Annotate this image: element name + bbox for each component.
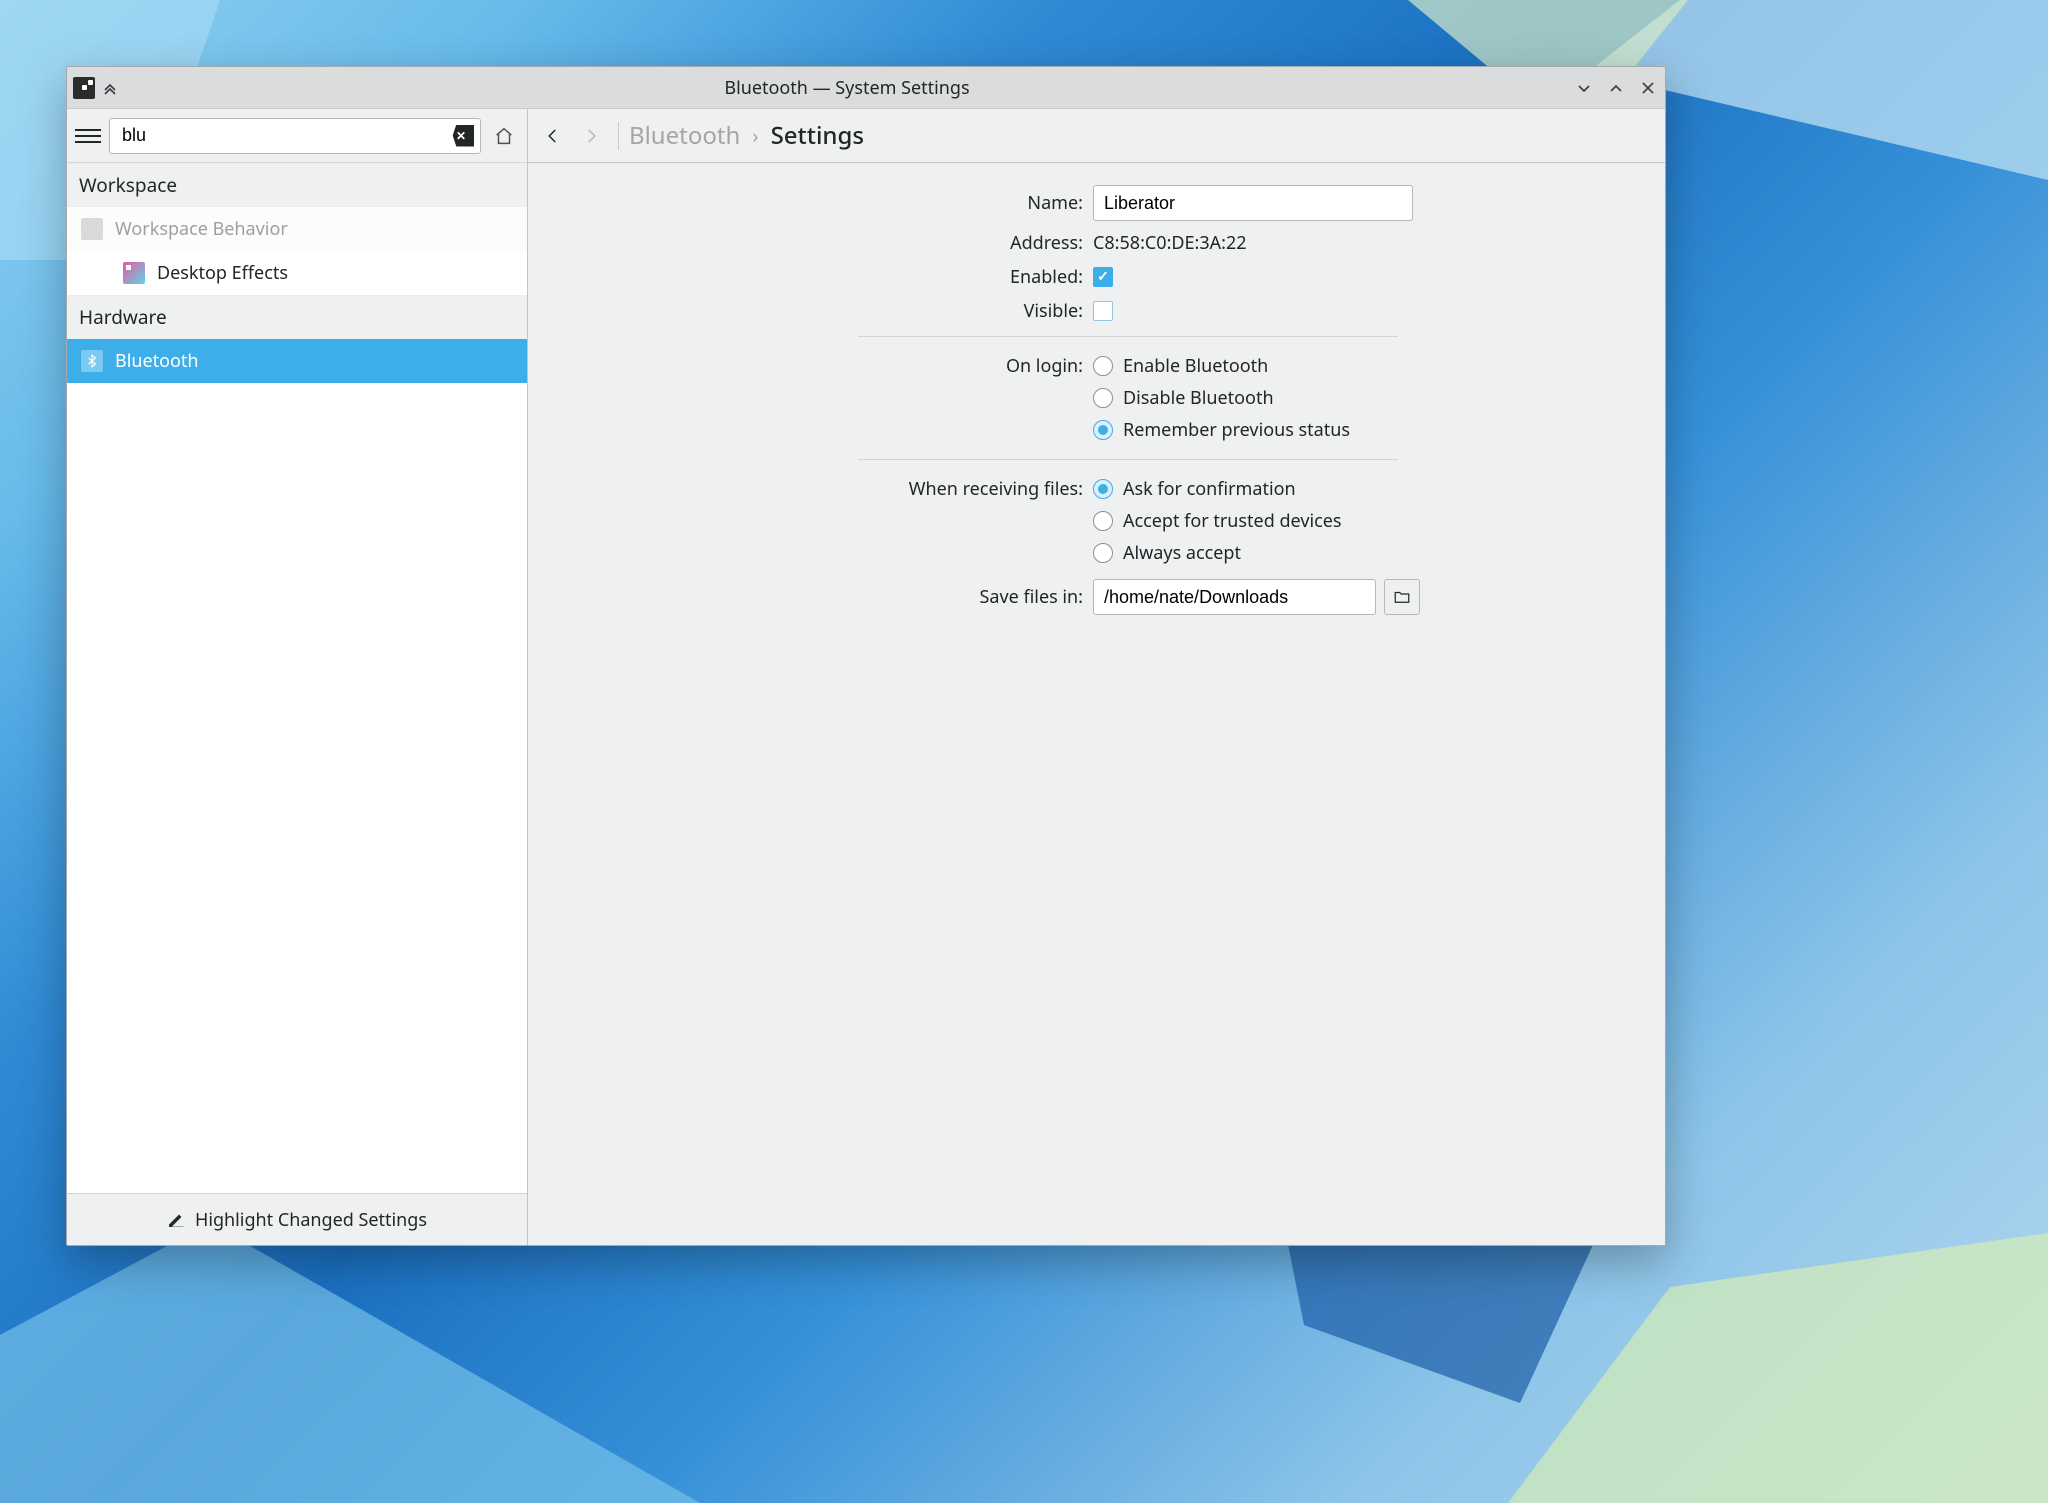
hamburger-menu-icon[interactable] (75, 123, 101, 149)
name-input[interactable] (1093, 185, 1413, 221)
separator (858, 336, 1398, 337)
home-button[interactable] (489, 121, 519, 151)
bluetooth-icon (81, 350, 103, 372)
separator (858, 459, 1398, 460)
search-input[interactable] (122, 125, 448, 146)
on-login-option-disable[interactable]: Disable Bluetooth (1093, 382, 1274, 414)
enabled-label: Enabled: (588, 265, 1093, 289)
window-title: Bluetooth — System Settings (121, 76, 1573, 100)
on-login-option-enable[interactable]: Enable Bluetooth (1093, 350, 1268, 382)
option-label: Remember previous status (1123, 418, 1350, 442)
on-login-label: On login: (588, 350, 1093, 378)
chevron-right-icon: › (752, 122, 758, 149)
clear-search-icon[interactable] (448, 125, 474, 147)
receive-option-ask[interactable]: Ask for confirmation (1093, 473, 1296, 505)
desktop-effects-icon (123, 262, 145, 284)
search-field[interactable] (109, 118, 481, 154)
option-label: Disable Bluetooth (1123, 386, 1274, 410)
highlight-changed-label: Highlight Changed Settings (195, 1208, 427, 1232)
main-panel: Bluetooth › Settings Name: Address: C8:5… (528, 109, 1665, 1245)
name-label: Name: (588, 191, 1093, 215)
app-menu-icon[interactable] (73, 77, 95, 99)
breadcrumb-divider (618, 122, 619, 150)
settings-form: Name: Address: C8:58:C0:DE:3A:22 Enabled… (528, 163, 1665, 647)
sidebar: Workspace Workspace Behavior Desktop Eff… (67, 109, 528, 1245)
radio-icon (1093, 543, 1113, 563)
save-path-input[interactable] (1093, 579, 1376, 615)
radio-icon (1093, 511, 1113, 531)
radio-icon (1093, 356, 1113, 376)
workspace-behavior-icon (81, 218, 103, 240)
receive-label: When receiving files: (588, 473, 1093, 501)
sidebar-item-workspace-behavior[interactable]: Workspace Behavior (67, 207, 527, 251)
sidebar-item-bluetooth[interactable]: Bluetooth (67, 339, 527, 383)
minimize-button[interactable] (1573, 77, 1595, 99)
folder-icon (1393, 588, 1411, 606)
option-label: Enable Bluetooth (1123, 354, 1268, 378)
sidebar-item-label: Desktop Effects (157, 261, 288, 285)
sidebar-item-desktop-effects[interactable]: Desktop Effects (67, 251, 527, 295)
sidebar-item-label: Bluetooth (115, 349, 199, 373)
system-settings-window: Bluetooth — System Settings (66, 66, 1666, 1246)
maximize-button[interactable] (1605, 77, 1627, 99)
visible-checkbox[interactable] (1093, 301, 1113, 321)
close-button[interactable] (1637, 77, 1659, 99)
option-label: Ask for confirmation (1123, 477, 1296, 501)
address-label: Address: (588, 231, 1093, 255)
keep-above-icon[interactable] (99, 77, 121, 99)
highlight-changed-button[interactable]: Highlight Changed Settings (67, 1193, 527, 1245)
receive-option-always[interactable]: Always accept (1093, 537, 1241, 569)
receive-option-trusted[interactable]: Accept for trusted devices (1093, 505, 1342, 537)
address-value: C8:58:C0:DE:3A:22 (1093, 231, 1247, 255)
nav-back-button[interactable] (536, 119, 570, 153)
breadcrumb-current: Settings (771, 119, 864, 152)
browse-folder-button[interactable] (1384, 579, 1420, 615)
pencil-icon (167, 1211, 185, 1229)
titlebar: Bluetooth — System Settings (67, 67, 1665, 109)
radio-icon (1093, 388, 1113, 408)
sidebar-category-workspace: Workspace (67, 163, 527, 207)
on-login-option-remember[interactable]: Remember previous status (1093, 414, 1350, 446)
sidebar-item-label: Workspace Behavior (115, 217, 288, 241)
sidebar-category-hardware: Hardware (67, 295, 527, 339)
radio-icon (1093, 420, 1113, 440)
option-label: Accept for trusted devices (1123, 509, 1342, 533)
visible-label: Visible: (588, 299, 1093, 323)
save-path-label: Save files in: (588, 585, 1093, 609)
enabled-checkbox[interactable] (1093, 267, 1113, 287)
option-label: Always accept (1123, 541, 1241, 565)
nav-forward-button[interactable] (574, 119, 608, 153)
radio-icon (1093, 479, 1113, 499)
breadcrumb: Bluetooth › Settings (528, 109, 1665, 163)
breadcrumb-parent[interactable]: Bluetooth (629, 119, 740, 152)
